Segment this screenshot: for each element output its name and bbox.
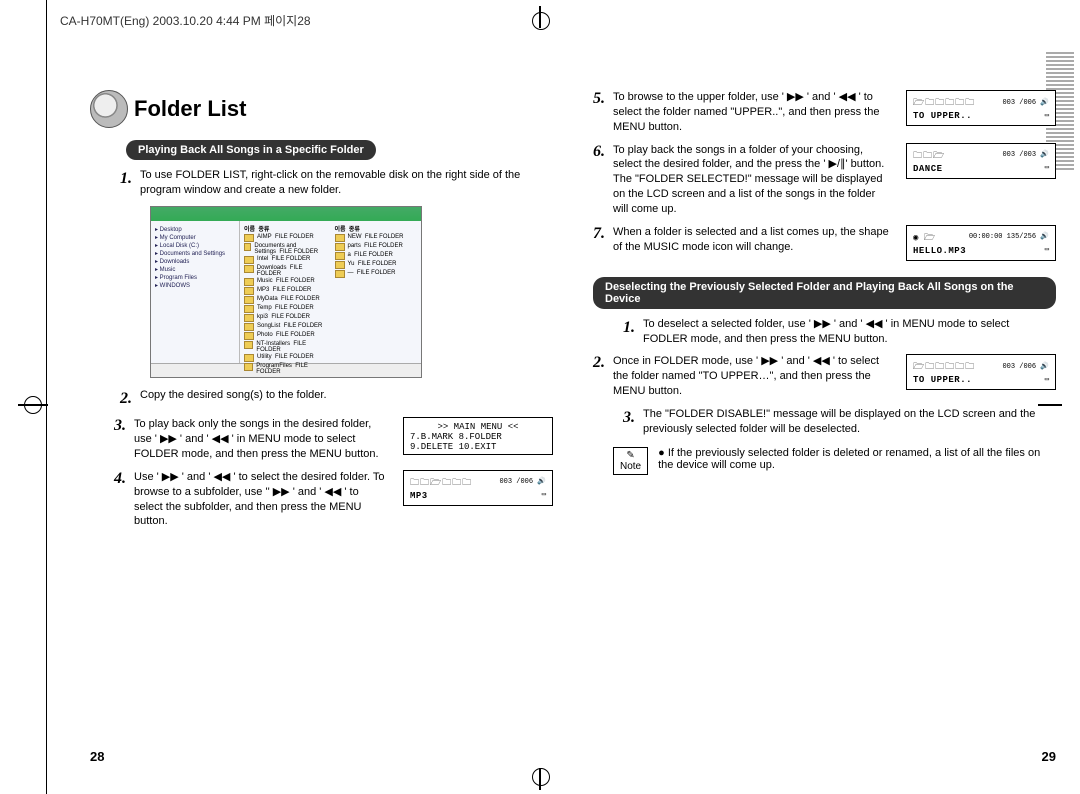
step-number: 3 <box>617 407 635 429</box>
lcd-hello: ◉ 🗁00:00:00 135/256 🔊 HELLO.MP3▭ <box>906 225 1056 261</box>
section-heading-2: Deselecting the Previously Selected Fold… <box>593 277 1056 309</box>
note-icon: ✎ <box>620 450 641 461</box>
step-number: 6. <box>593 143 605 217</box>
lcd-main-menu: >> MAIN MENU << 7.B.MARK 8.FOLDER 9.DELE… <box>403 417 553 455</box>
step-number: 2. <box>593 354 605 399</box>
disc-icon <box>90 90 128 128</box>
page-title: Folder List <box>134 96 246 122</box>
step-number: 2 <box>114 388 132 410</box>
step-text: When a folder is selected and a list com… <box>613 225 890 255</box>
step-number: 4. <box>114 470 126 529</box>
step-text: To use FOLDER LIST, right-click on the r… <box>140 168 553 198</box>
crop-mark-left <box>18 390 48 420</box>
crop-mark-top <box>520 6 560 30</box>
lcd-mp3: 🗀🗀🗁🗀🗀🗀003 /006 🔊 MP3▭ <box>403 470 553 506</box>
step-text: The "FOLDER DISABLE!" message will be di… <box>643 407 1056 437</box>
page-number: 29 <box>1042 749 1056 764</box>
step-text: To deselect a selected folder, use ' ▶▶ … <box>643 317 1056 347</box>
page-left: Folder List Playing Back All Songs in a … <box>90 90 553 764</box>
lcd-upper-2: 🗁🗀🗀🗀🗀🗀003 /006 🔊 TO UPPER..▭ <box>906 354 1056 390</box>
step-number: 1 <box>617 317 635 339</box>
step-number: 3. <box>114 417 126 462</box>
step-text: Use ' ▶▶ ' and ' ◀◀ ' to select the desi… <box>134 470 387 529</box>
step-text: Copy the desired song(s) to the folder. <box>140 388 553 403</box>
lcd-upper: 🗁🗀🗀🗀🗀🗀003 /006 🔊 TO UPPER..▭ <box>906 90 1056 126</box>
explorer-screenshot: ▸ Desktop ▸ My Computer ▸ Local Disk (C:… <box>150 206 422 378</box>
note-label: Note <box>620 461 641 472</box>
step-text: Once in FOLDER mode, use ' ▶▶ ' and ' ◀◀… <box>613 354 890 399</box>
step-number: 7. <box>593 225 605 255</box>
crop-mark-bottom <box>520 766 560 790</box>
page-number: 28 <box>90 749 104 764</box>
step-number: 1 <box>114 168 132 190</box>
step-text: To play back only the songs in the desir… <box>134 417 387 462</box>
note-text: ● If the previously selected folder is d… <box>658 447 1056 471</box>
step-text: To browse to the upper folder, use ' ▶▶ … <box>613 90 890 135</box>
step-text: To play back the songs in a folder of yo… <box>613 143 890 217</box>
page-right: 5. To browse to the upper folder, use ' … <box>593 90 1056 764</box>
note-box: ✎ Note <box>613 447 648 475</box>
lcd-dance: 🗀🗀🗁003 /003 🔊 DANCE▭ <box>906 143 1056 179</box>
document-header: CA-H70MT(Eng) 2003.10.20 4:44 PM 페이지28 <box>60 12 311 29</box>
section-heading-1: Playing Back All Songs in a Specific Fol… <box>126 140 376 160</box>
step-number: 5. <box>593 90 605 135</box>
